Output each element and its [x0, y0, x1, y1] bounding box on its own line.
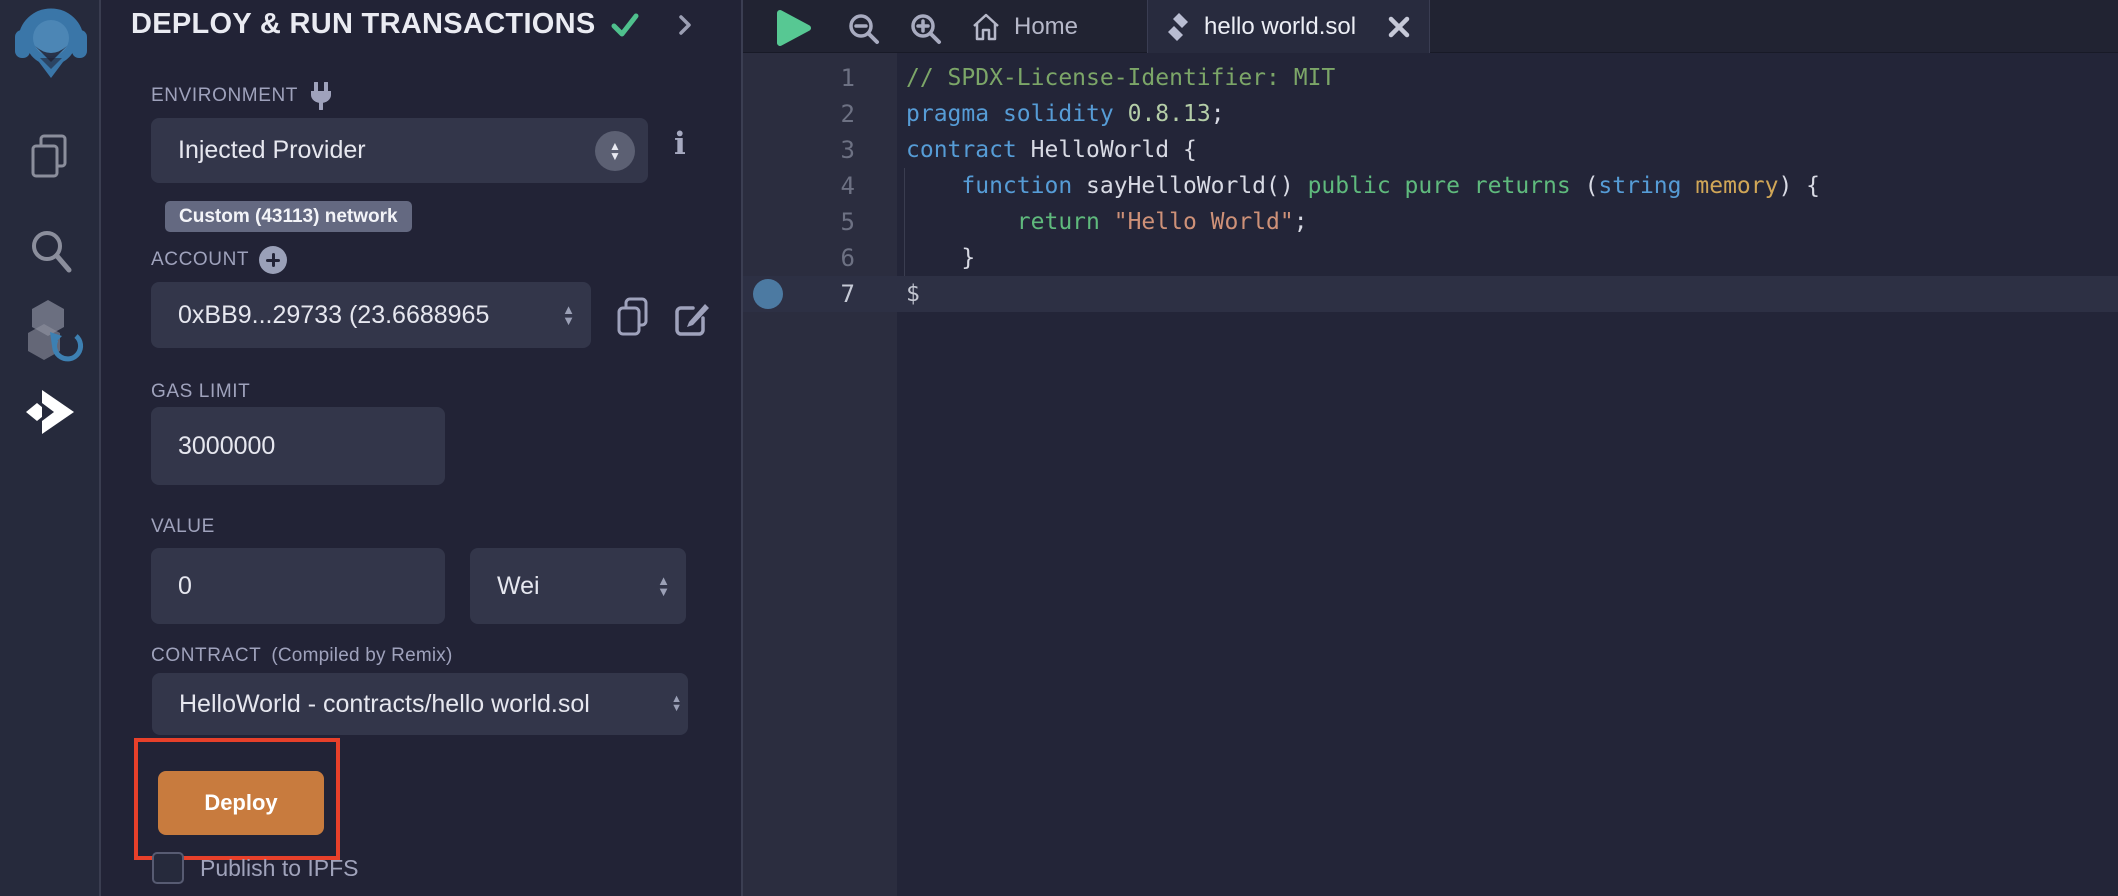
code-editor: Home hello world.sol 1234567 // SPDX-Lic…	[741, 0, 2118, 896]
account-selected-value: 0xBB9...29733 (23.6688965	[151, 301, 489, 330]
contract-select-arrows-icon: ▲▼	[671, 695, 682, 713]
contract-select[interactable]: HelloWorld - contracts/hello world.sol ▲…	[152, 673, 688, 735]
gas-limit-value: 3000000	[151, 432, 275, 461]
zoom-out-icon[interactable]	[846, 11, 882, 47]
environment-select-arrows-icon: ▲▼	[595, 131, 635, 171]
value-input[interactable]: 0	[151, 548, 445, 624]
copy-account-icon[interactable]	[614, 296, 652, 338]
contract-label: CONTRACT (Compiled by Remix)	[151, 645, 453, 667]
panel-collapse-chevron-icon[interactable]	[676, 12, 694, 38]
add-account-icon[interactable]	[259, 246, 287, 274]
sidebar-item-search[interactable]	[0, 226, 101, 276]
annotation-highlight-box: Deploy	[134, 738, 340, 860]
environment-select[interactable]: Injected Provider ▲▼	[151, 118, 648, 183]
compiled-check-icon	[610, 12, 640, 38]
publish-to-ipfs-label: Publish to IPFS	[200, 855, 359, 882]
code-lines[interactable]: // SPDX-License-Identifier: MITpragma so…	[906, 60, 1820, 312]
value-unit-arrows-icon: ▲▼	[657, 575, 670, 597]
deploy-and-run-icon	[24, 384, 78, 440]
sidebar-item-file-explorer[interactable]	[0, 132, 101, 182]
icon-sidebar	[0, 0, 101, 896]
account-select-arrows-icon: ▲▼	[562, 304, 575, 326]
file-explorer-icon	[27, 132, 75, 182]
tab-hello-world-sol[interactable]: hello world.sol	[1147, 0, 1430, 53]
value-label: VALUE	[151, 516, 215, 538]
network-badge: Custom (43113) network	[165, 201, 412, 232]
panel-title: DEPLOY & RUN TRANSACTIONS	[131, 8, 596, 41]
contract-note: (Compiled by Remix)	[271, 645, 452, 667]
home-icon	[970, 11, 1002, 43]
code-area[interactable]: 1234567 // SPDX-License-Identifier: MITp…	[743, 53, 2118, 896]
indent-guide	[904, 168, 905, 276]
sidebar-item-solidity-compiler[interactable]	[0, 298, 101, 364]
run-script-icon[interactable]	[772, 8, 816, 48]
contract-selected-value: HelloWorld - contracts/hello world.sol	[152, 690, 590, 719]
value-amount: 0	[151, 572, 192, 601]
value-unit: Wei	[470, 572, 540, 601]
gas-limit-input[interactable]: 3000000	[151, 407, 445, 485]
environment-selected-value: Injected Provider	[151, 136, 366, 165]
environment-label: ENVIRONMENT	[151, 82, 334, 110]
plug-icon	[308, 82, 334, 110]
solidity-compiler-icon	[18, 298, 84, 364]
search-icon	[27, 226, 75, 276]
account-select[interactable]: 0xBB9...29733 (23.6688965 ▲▼	[151, 282, 591, 348]
tab-home[interactable]: Home	[958, 0, 1090, 53]
remix-logo[interactable]	[0, 6, 101, 84]
deploy-button[interactable]: Deploy	[158, 771, 324, 835]
deploy-run-panel: DEPLOY & RUN TRANSACTIONS ENVIRONMENT In…	[103, 0, 738, 896]
edit-account-icon[interactable]	[673, 298, 713, 338]
solidity-file-icon	[1166, 12, 1190, 42]
close-tab-icon[interactable]	[1387, 15, 1411, 39]
gas-limit-label: GAS LIMIT	[151, 381, 250, 403]
zoom-in-icon[interactable]	[908, 11, 944, 47]
publish-to-ipfs-checkbox[interactable]	[152, 852, 184, 884]
sidebar-item-deploy-and-run[interactable]	[0, 384, 101, 440]
value-unit-select[interactable]: Wei ▲▼	[470, 548, 686, 624]
line-numbers: 1234567	[743, 60, 855, 312]
remix-logo-icon	[13, 6, 89, 84]
tab-hello-world-sol-label: hello world.sol	[1204, 13, 1356, 41]
environment-info-icon[interactable]: i	[674, 126, 686, 162]
tab-home-label: Home	[1014, 13, 1078, 41]
account-label: ACCOUNT	[151, 246, 287, 274]
editor-tab-bar: Home hello world.sol	[743, 0, 2118, 53]
publish-to-ipfs-row: Publish to IPFS	[152, 852, 359, 884]
